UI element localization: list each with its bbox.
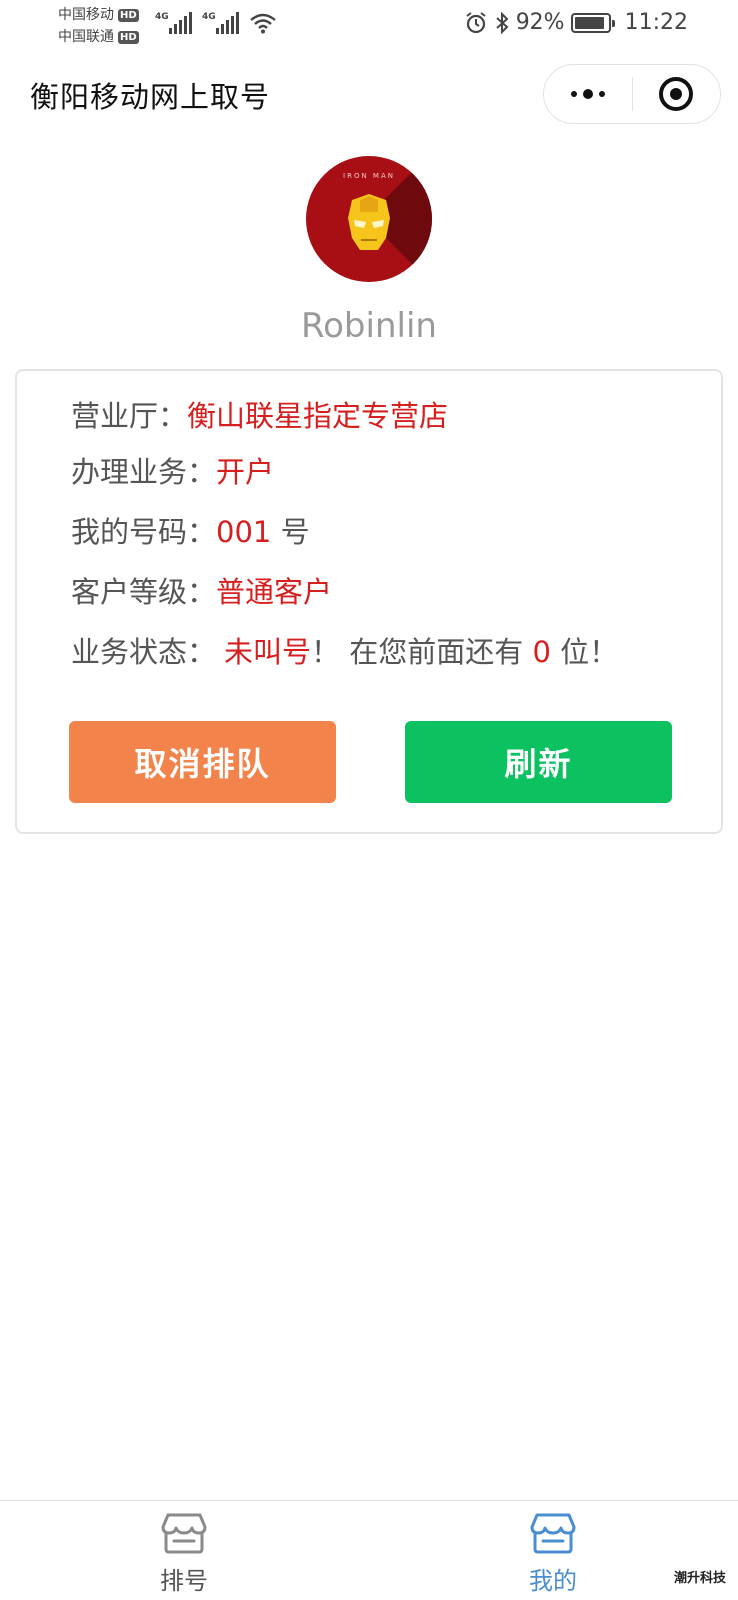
nav-bar: 衡阳移动网上取号 — [0, 52, 738, 136]
signal-icon: 4G — [202, 12, 239, 34]
carrier-1: 中国移动 — [58, 7, 114, 23]
service-row: 办理业务： 开户 — [71, 449, 274, 491]
bluetooth-icon — [496, 11, 509, 34]
username: Robinlin — [301, 306, 437, 346]
service-value: 开户 — [216, 455, 275, 489]
carrier-info: 中国移动 HD 中国联通 HD — [58, 4, 139, 48]
capsule-menu — [543, 64, 721, 124]
refresh-button[interactable]: 刷新 — [405, 721, 672, 803]
wifi-icon — [250, 13, 276, 34]
hd-badge: HD — [118, 8, 139, 22]
service-label: 办理业务： — [71, 455, 217, 489]
level-label: 客户等级： — [71, 575, 217, 609]
avatar: IRON MAN — [306, 156, 432, 282]
page-title: 衡阳移动网上取号 — [30, 80, 271, 114]
close-button[interactable] — [633, 65, 720, 123]
tab-mine[interactable]: 我的 — [493, 1511, 613, 1596]
hall-row: 营业厅： 衡山联星指定专营店 — [71, 393, 448, 435]
tab-queue[interactable]: 排号 — [124, 1511, 244, 1596]
target-icon — [659, 77, 694, 111]
status-value: 未叫号 — [224, 635, 312, 669]
store-icon — [530, 1513, 576, 1554]
tab-bar: 排号 我的 — [0, 1500, 738, 1600]
number-row: 我的号码： 001 号 — [71, 509, 310, 551]
more-button[interactable] — [544, 65, 632, 123]
status-right: 92% 11:22 — [464, 10, 688, 35]
status-label: 业务状态： — [71, 635, 217, 669]
ahead-suffix: 位！ — [550, 635, 619, 669]
hall-value: 衡山联星指定专营店 — [187, 399, 449, 433]
number-value: 001 — [216, 515, 272, 549]
status-exclamation: ！ — [311, 635, 350, 669]
hd-badge: HD — [118, 30, 139, 44]
status-bar: 中国移动 HD 中国联通 HD 4G 4G 92% 11:22 — [0, 0, 738, 52]
level-row: 客户等级： 普通客户 — [71, 569, 332, 611]
number-label: 我的号码： — [71, 515, 217, 549]
avatar-logo-text: IRON MAN — [343, 172, 395, 180]
signal-icon: 4G — [155, 12, 192, 34]
battery-level — [574, 16, 605, 29]
store-icon — [161, 1513, 207, 1554]
watermark: 潮升科技 — [673, 1571, 726, 1586]
status-row: 业务状态： 未叫号 ！ 在您前面还有 0 位！ — [71, 629, 618, 671]
ahead-prefix: 在您前面还有 — [349, 635, 533, 669]
level-value: 普通客户 — [216, 575, 333, 609]
alarm-icon — [466, 11, 486, 33]
battery-icon — [570, 12, 615, 33]
mini-program-page: 中国移动 HD 中国联通 HD 4G 4G 92% 11:22 衡阳移动网上取号… — [0, 0, 738, 1600]
queue-info-card: 营业厅： 衡山联星指定专营店 办理业务： 开户 我的号码： 001 号 客户等级… — [15, 369, 723, 834]
ahead-count: 0 — [532, 635, 551, 669]
battery-percent: 92% — [515, 10, 565, 35]
hall-label: 营业厅： — [71, 399, 188, 433]
signal-indicators: 4G 4G — [155, 12, 277, 34]
clock: 11:22 — [624, 10, 688, 35]
tab-mine-label: 我的 — [529, 1567, 577, 1595]
iron-man-mask-icon — [348, 194, 390, 250]
number-suffix: 号 — [271, 515, 310, 549]
cancel-queue-button[interactable]: 取消排队 — [69, 721, 336, 803]
tab-queue-label: 排号 — [160, 1567, 208, 1595]
carrier-2: 中国联通 — [58, 29, 114, 45]
